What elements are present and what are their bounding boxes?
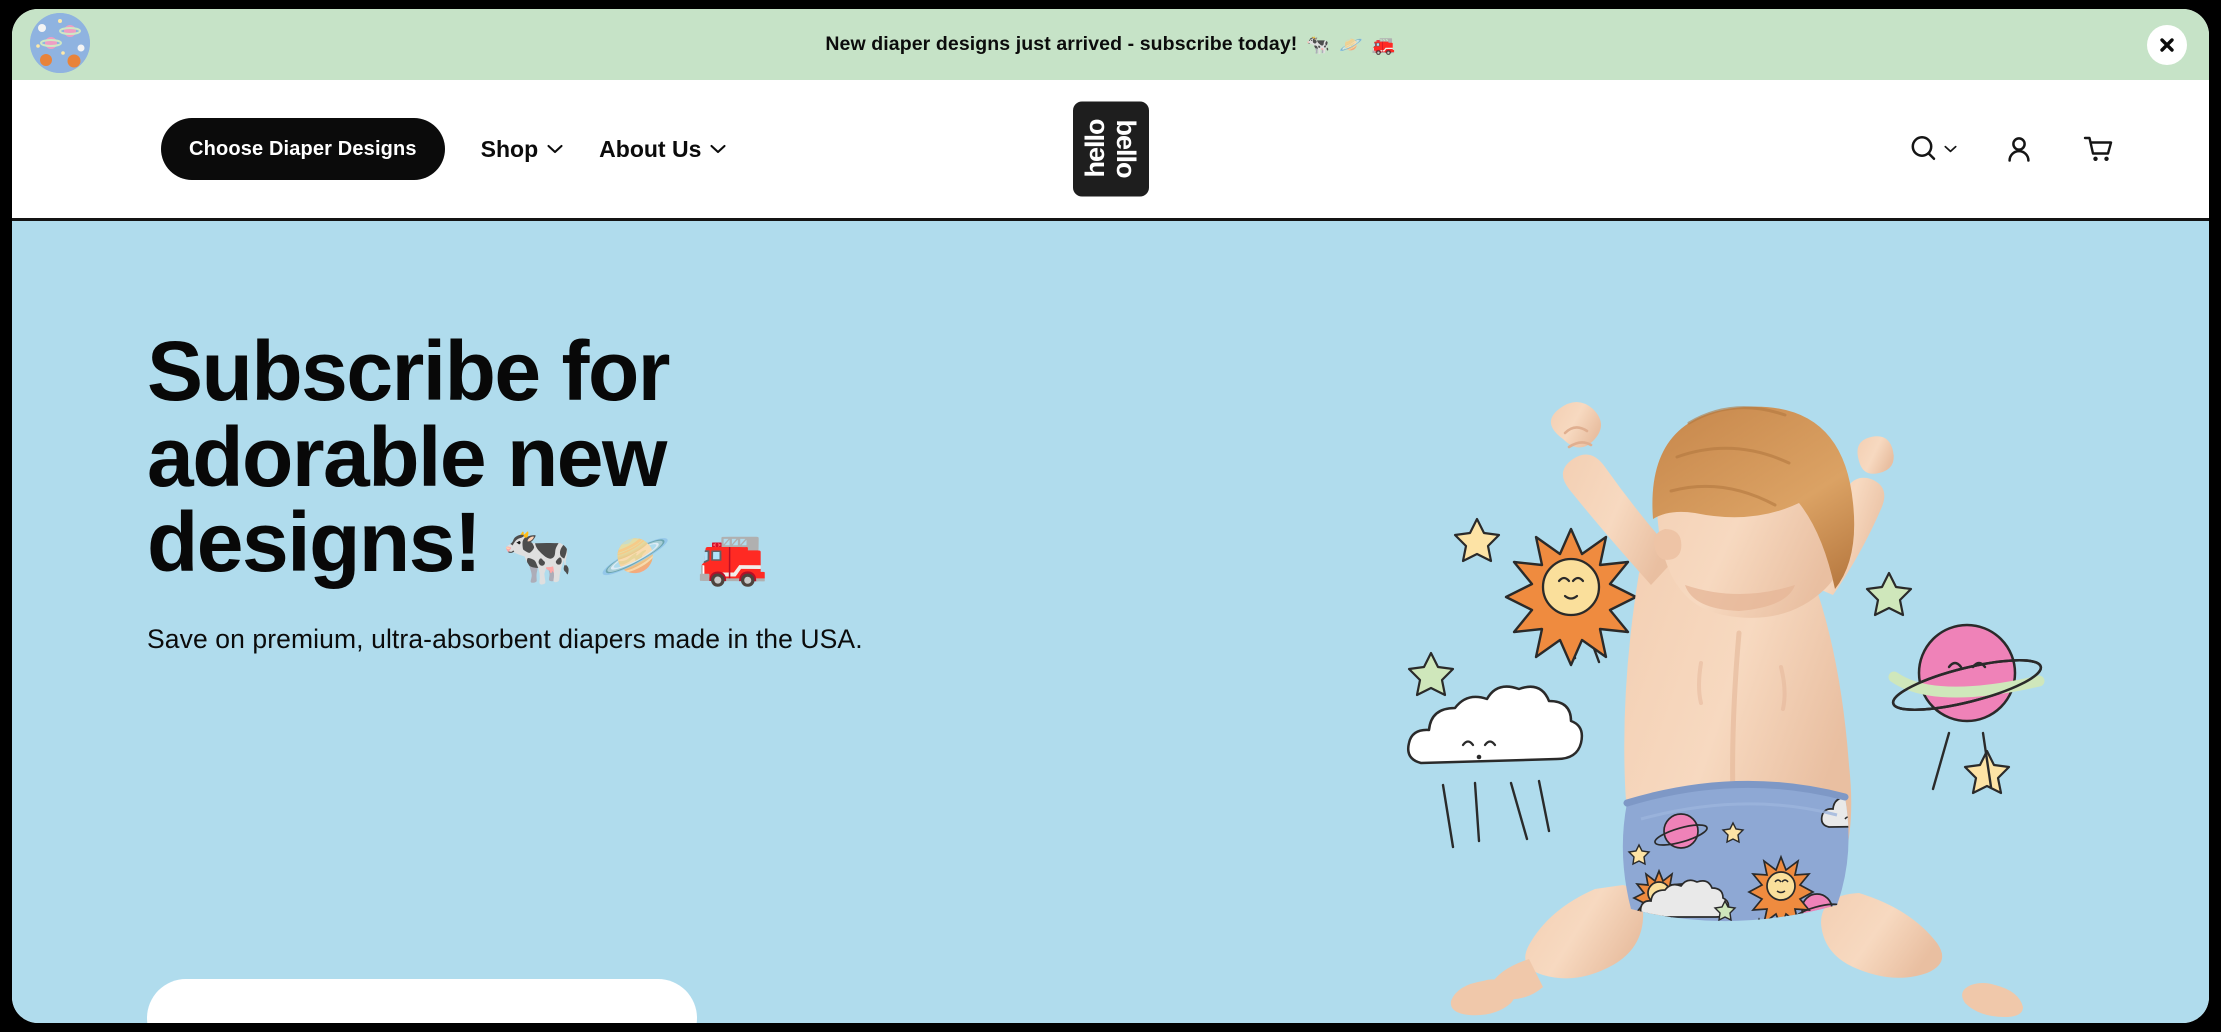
hero-title-line-2: adorable new [147, 409, 667, 504]
announcement-message: New diaper designs just arrived - subscr… [825, 33, 1395, 57]
close-icon[interactable] [2147, 24, 2187, 65]
hero-image [1389, 333, 2089, 1023]
logo-word-bello: bello [1111, 119, 1141, 178]
hero-title-line-3: designs! [147, 495, 482, 590]
hero-copy: Subscribe for adorable new designs! 🐄 🪐 🚒 S… [147, 328, 1007, 655]
hero-subtitle: Save on premium, ultra-absorbent diapers… [147, 624, 863, 655]
site-header: Choose Diaper Designs Shop About Us hell… [12, 80, 2209, 221]
account-icon[interactable] [2003, 133, 2035, 165]
diaper-pattern-thumbnail[interactable] [30, 13, 90, 73]
header-actions [1908, 133, 2115, 165]
hero-cta-button[interactable] [147, 979, 697, 1023]
fire-truck-emoji: 🚒 [1371, 34, 1396, 56]
page-title: Subscribe for adorable new designs! 🐄 🪐 🚒 [147, 328, 1007, 590]
hero-title-emojis: 🐄 🪐 🚒 [502, 524, 768, 589]
chevron-down-icon [710, 144, 726, 154]
chevron-down-icon [547, 144, 563, 154]
cow-emoji: 🐄 [1306, 34, 1331, 56]
fire-truck-emoji: 🚒 [697, 524, 768, 589]
browser-viewport: New diaper designs just arrived - subscr… [12, 9, 2209, 1023]
hello-bello-logo-mark: hello bello [1072, 101, 1149, 197]
announcement-bar: New diaper designs just arrived - subscr… [12, 9, 2209, 80]
announcement-label: New diaper designs just arrived - subscr… [825, 33, 1298, 55]
nav-item-shop-label: Shop [480, 135, 539, 162]
site-logo[interactable]: hello bello [1072, 101, 1149, 197]
choose-diaper-designs-button[interactable]: Choose Diaper Designs [161, 118, 445, 180]
planet-emoji: 🪐 [599, 524, 671, 589]
cart-icon[interactable] [2081, 133, 2115, 165]
cow-emoji: 🐄 [502, 524, 573, 589]
nav-item-about-us-label: About Us [599, 135, 702, 162]
search-icon[interactable] [1908, 133, 1957, 165]
logo-word-hello: hello [1080, 119, 1110, 178]
hero-title-line-1: Subscribe for [147, 324, 670, 418]
nav-item-about-us[interactable]: About Us [599, 136, 726, 163]
planet-emoji: 🪐 [1339, 34, 1363, 56]
primary-navigation: Choose Diaper Designs Shop About Us [12, 118, 726, 180]
nav-item-shop[interactable]: Shop [481, 136, 564, 163]
hero-section: Subscribe for adorable new designs! 🐄 🪐 🚒 S… [12, 221, 2209, 1023]
